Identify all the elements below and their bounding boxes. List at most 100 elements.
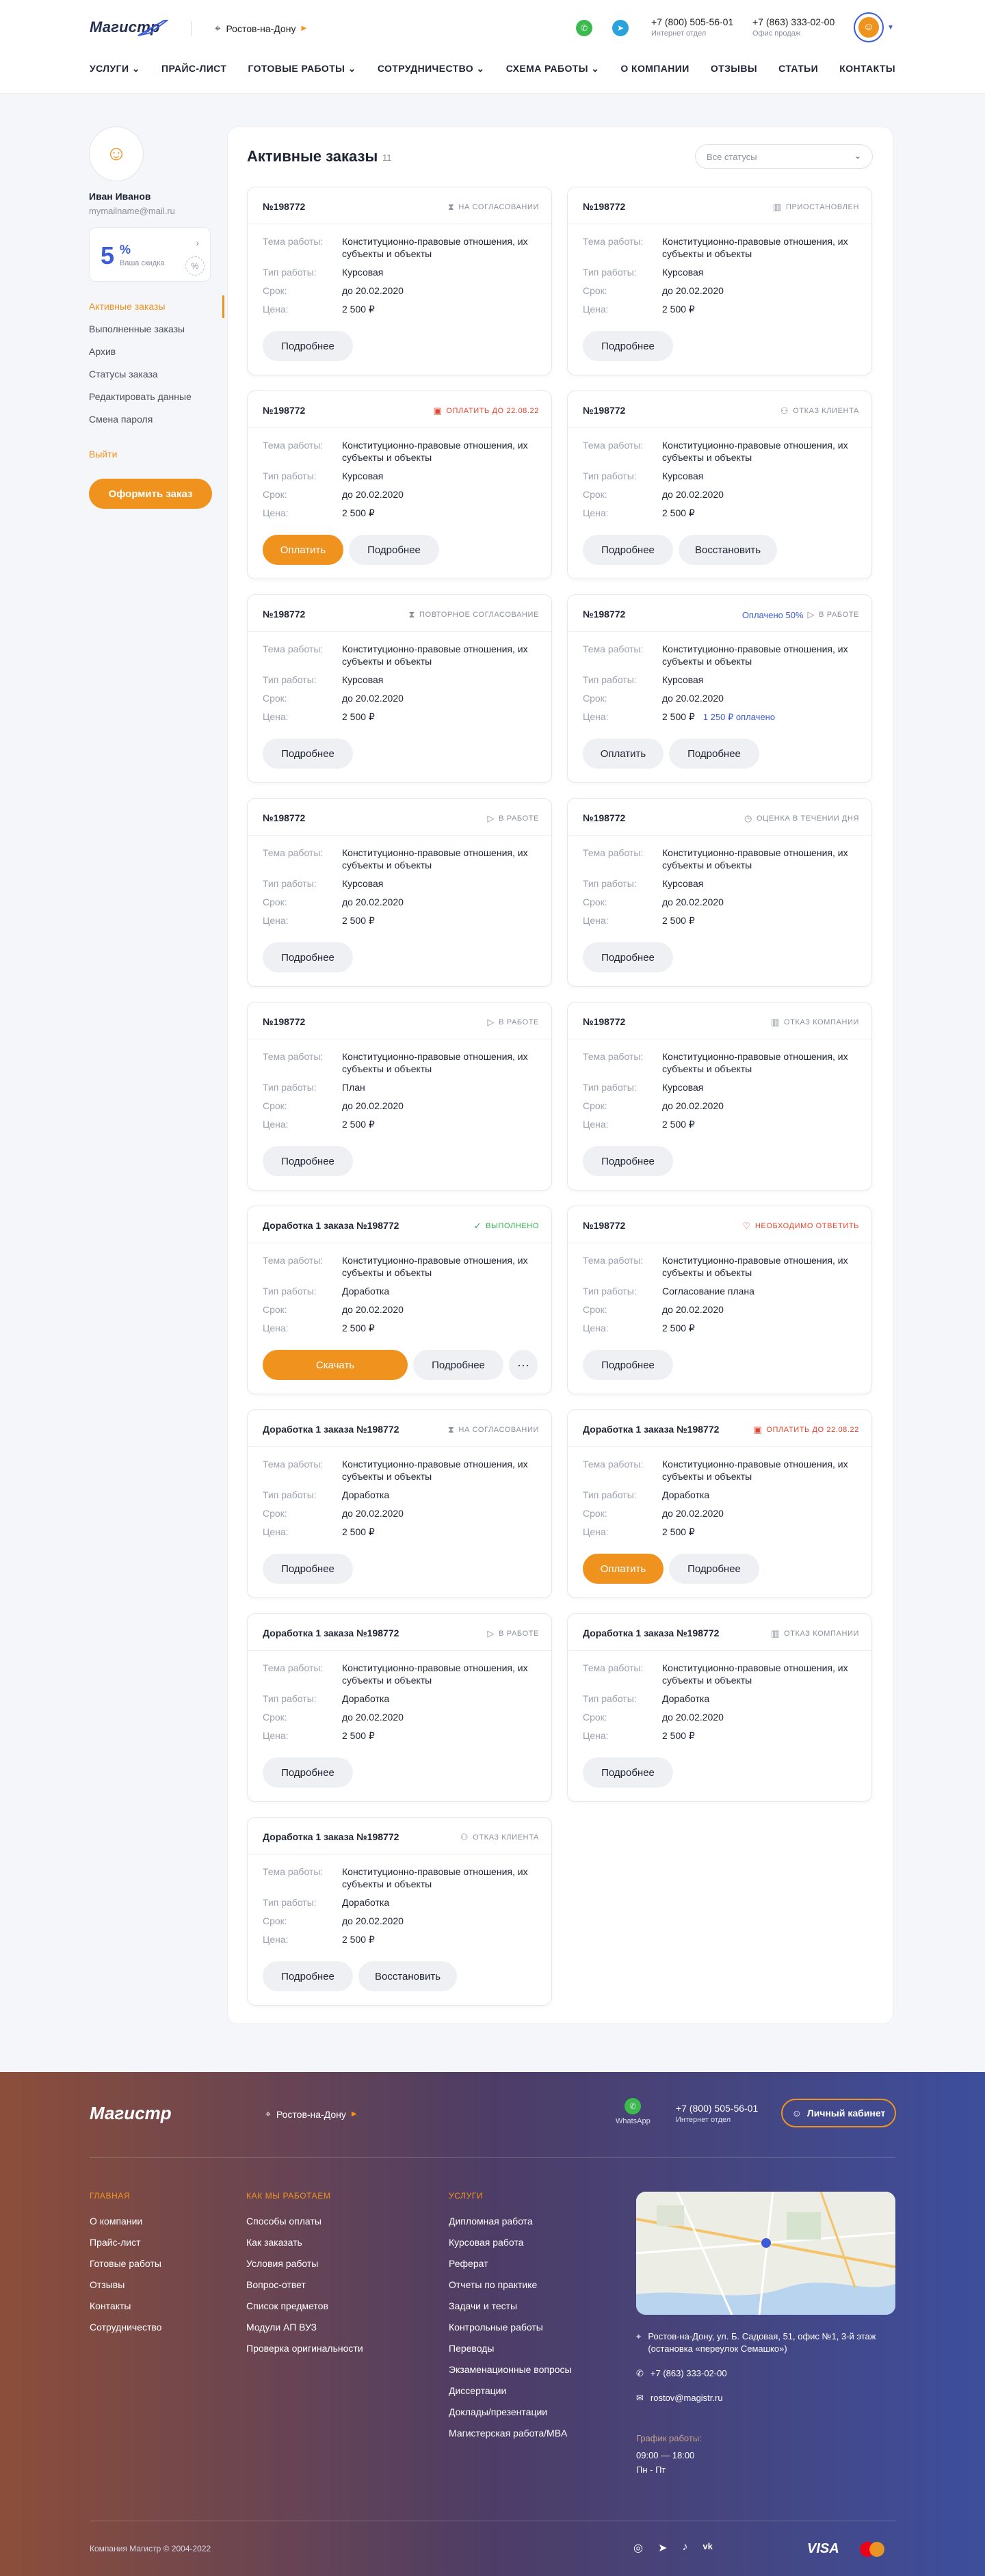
nav-reviews[interactable]: Отзывы <box>711 63 757 75</box>
sidebar-item-edit-data[interactable]: Редактировать данные <box>89 386 226 408</box>
footer-link[interactable]: Задачи и тесты <box>449 2300 572 2322</box>
pay-button[interactable]: Оплатить <box>583 739 664 769</box>
price-label: Цена: <box>583 507 609 518</box>
footer-phone[interactable]: +7 (800) 505-56-01 Интернет отдел <box>676 2103 758 2124</box>
logout-link[interactable]: Выйти <box>89 449 226 460</box>
footer-link[interactable]: Модули АП ВУЗ <box>246 2322 363 2343</box>
more-button[interactable]: ··· <box>509 1350 538 1380</box>
order-details: Тема работы: Конституционно-правовые отно… <box>248 836 551 927</box>
footer-link[interactable]: Прайс-лист <box>90 2237 161 2258</box>
sidebar-item-archive[interactable]: Архив <box>89 341 226 363</box>
sidebar-item-change-password[interactable]: Смена пароля <box>89 408 226 431</box>
footer-link[interactable]: Магистерская работа/MBA <box>449 2428 572 2449</box>
chevron-down-icon[interactable]: ▼ <box>887 24 894 31</box>
avatar[interactable]: ☺ <box>89 127 144 181</box>
order-actions: Скачать Подробнее ··· <box>263 1350 538 1380</box>
footer-link[interactable]: Условия работы <box>246 2258 363 2279</box>
chevron-down-icon: ⌄ <box>854 151 861 161</box>
status-filter-select[interactable]: Все статусы ⌄ <box>695 144 873 169</box>
telegram-icon[interactable]: ➤ <box>612 20 629 36</box>
sidebar-item-active-orders[interactable]: Активные заказы <box>89 295 226 318</box>
footer-link[interactable]: Дипломная работа <box>449 2216 572 2237</box>
footer-link[interactable]: Доклады/презентации <box>449 2406 572 2428</box>
nav-scheme[interactable]: Схема работы ⌄ <box>506 63 600 75</box>
details-button[interactable]: Подробнее <box>583 1350 673 1380</box>
phone-office[interactable]: +7 (863) 333-02-00 Офис продаж <box>752 16 835 38</box>
footer-link[interactable]: Диссертации <box>449 2385 572 2406</box>
details-button[interactable]: Подробнее <box>583 942 673 972</box>
discount-label: Ваша скидка <box>120 259 165 267</box>
telegram-icon[interactable]: ➤ <box>658 2541 667 2555</box>
footer-link[interactable]: Экзаменационные вопросы <box>449 2364 572 2385</box>
details-button[interactable]: Подробнее <box>263 1554 353 1584</box>
user-avatar-button[interactable]: ☺ <box>854 12 884 42</box>
details-button[interactable]: Подробнее <box>413 1350 503 1380</box>
footer-link[interactable]: Как заказать <box>246 2237 363 2258</box>
tiktok-icon[interactable]: ♪ <box>682 2541 687 2555</box>
footer-link[interactable]: Сотрудничество <box>90 2322 161 2343</box>
vk-icon[interactable]: vk <box>702 2541 712 2555</box>
details-button[interactable]: Подробнее <box>263 1961 353 1991</box>
nav-about[interactable]: О компании <box>620 63 689 75</box>
footer-link[interactable]: Реферат <box>449 2258 572 2279</box>
details-button[interactable]: Подробнее <box>583 1757 673 1788</box>
order-topic: Конституционно-правовые отношения, их су… <box>662 1255 848 1278</box>
office-phone-row[interactable]: ✆ +7 (863) 333-02-00 <box>636 2367 895 2380</box>
details-button[interactable]: Подробнее <box>669 1554 759 1584</box>
nav-services[interactable]: Услуги ⌄ <box>90 63 140 75</box>
status-label: Необходимо ответить <box>754 1222 859 1230</box>
footer-link[interactable]: Переводы <box>449 2343 572 2364</box>
restore-button[interactable]: Восстановить <box>358 1961 458 1991</box>
footer-whatsapp[interactable]: ✆ WhatsApp <box>616 2098 651 2125</box>
email-row[interactable]: ✉ rostov@magistr.ru <box>636 2392 895 2404</box>
footer-link[interactable]: Курсовая работа <box>449 2237 572 2258</box>
office-map[interactable] <box>636 2192 895 2315</box>
details-button[interactable]: Подробнее <box>669 739 759 769</box>
footer-link[interactable]: Контрольные работы <box>449 2322 572 2343</box>
footer-link[interactable]: О компании <box>90 2216 161 2237</box>
discount-card[interactable]: 5 % Ваша скидка › % <box>89 227 211 282</box>
order-deadline: до 20.02.2020 <box>342 1712 404 1723</box>
footer-city-selector[interactable]: ⌖ Ростов-на-Дону ▶ <box>265 2108 357 2120</box>
order-price: 2 500 ₽ <box>342 1323 375 1333</box>
footer-link[interactable]: Список предметов <box>246 2300 363 2322</box>
details-button[interactable]: Подробнее <box>263 739 353 769</box>
whatsapp-icon[interactable]: ✆ <box>576 20 592 36</box>
footer-logo[interactable]: Магистр <box>90 2103 172 2124</box>
details-button[interactable]: Подробнее <box>583 535 673 565</box>
details-button[interactable]: Подробнее <box>349 535 439 565</box>
pay-button[interactable]: Оплатить <box>263 535 343 565</box>
place-order-button[interactable]: Оформить заказ <box>89 479 212 509</box>
phone-internet[interactable]: +7 (800) 505-56-01 Интернет отдел <box>651 16 733 38</box>
nav-ready-works[interactable]: Готовые работы ⌄ <box>248 63 356 75</box>
city-selector[interactable]: ⌖ Ростов-на-Дону ▶ <box>215 23 306 34</box>
footer-link[interactable]: Способы оплаты <box>246 2216 363 2237</box>
status-label: На согласовании <box>458 1426 539 1434</box>
footer-link[interactable]: Проверка оригинальности <box>246 2343 363 2364</box>
details-button[interactable]: Подробнее <box>583 1146 673 1176</box>
footer-link[interactable]: Контакты <box>90 2300 161 2322</box>
footer-link[interactable]: Отзывы <box>90 2279 161 2300</box>
details-button[interactable]: Подробнее <box>583 331 673 361</box>
download-button[interactable]: Скачать <box>263 1350 408 1380</box>
nav-cooperation[interactable]: Сотрудничество ⌄ <box>378 63 485 75</box>
footer-link[interactable]: Отчеты по практике <box>449 2279 572 2300</box>
footer-link[interactable]: Вопрос-ответ <box>246 2279 363 2300</box>
restore-button[interactable]: Восстановить <box>679 535 778 565</box>
type-label: Тип работы: <box>263 267 317 278</box>
footer-link[interactable]: Готовые работы <box>90 2258 161 2279</box>
nav-articles[interactable]: Статьи <box>778 63 818 75</box>
sidebar-item-statuses[interactable]: Статусы заказа <box>89 363 226 386</box>
sidebar-item-completed[interactable]: Выполненные заказы <box>89 318 226 341</box>
type-label: Тип работы: <box>263 1693 317 1704</box>
cabinet-button[interactable]: ☺ Личный кабинет <box>781 2099 896 2127</box>
details-button[interactable]: Подробнее <box>263 1757 353 1788</box>
pay-button[interactable]: Оплатить <box>583 1554 664 1584</box>
details-button[interactable]: Подробнее <box>263 1146 353 1176</box>
nav-contacts[interactable]: Контакты <box>839 63 895 75</box>
details-button[interactable]: Подробнее <box>263 331 353 361</box>
details-button[interactable]: Подробнее <box>263 942 353 972</box>
price-label: Цена: <box>583 1526 609 1537</box>
instagram-icon[interactable]: ◎ <box>633 2541 643 2555</box>
nav-price[interactable]: Прайс-лист <box>161 63 226 75</box>
